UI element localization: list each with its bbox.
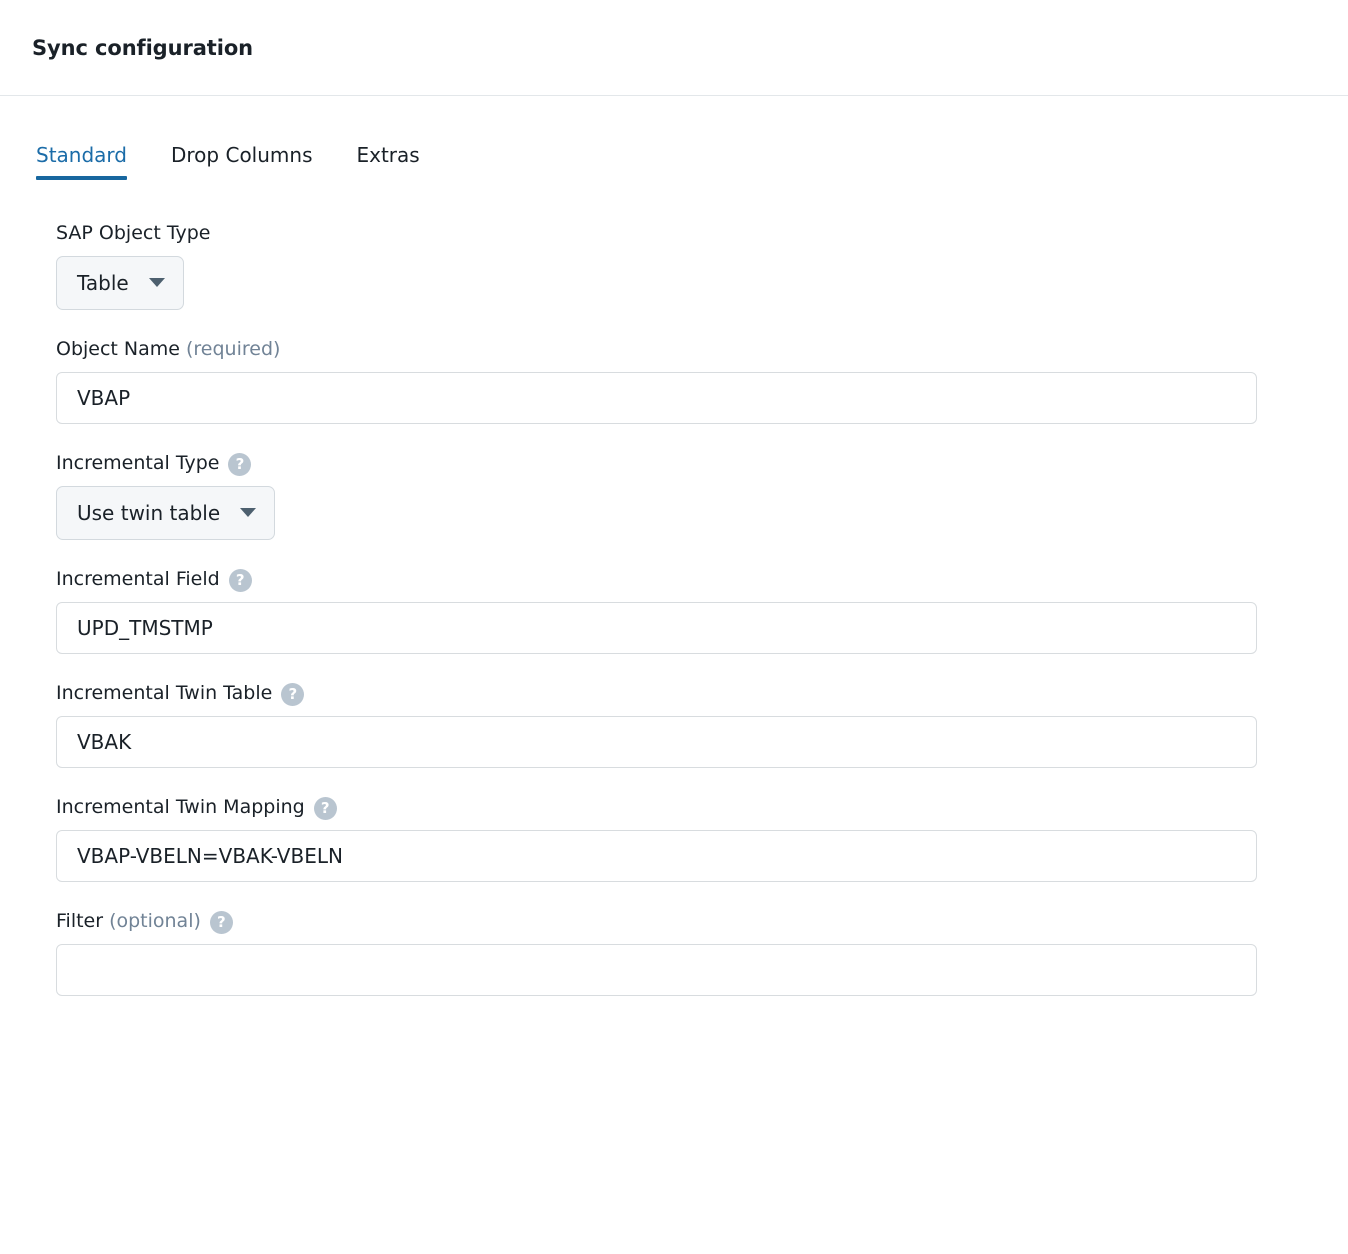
sap-object-type-select[interactable]: Table bbox=[56, 255, 184, 310]
chevron-down-icon bbox=[148, 278, 165, 288]
help-icon-incremental-type[interactable]: ? bbox=[228, 452, 252, 476]
label-filter-text: Filter bbox=[56, 909, 104, 932]
chevron-down-icon bbox=[240, 508, 257, 518]
incremental-twin-table-input[interactable] bbox=[56, 715, 1257, 768]
page-title: Sync configuration bbox=[32, 35, 254, 60]
label-incremental-twin-mapping: Incremental Twin Mapping ? bbox=[56, 795, 1348, 820]
page-header: Sync configuration bbox=[0, 0, 1348, 96]
help-icon-incremental-twin-mapping[interactable]: ? bbox=[313, 796, 337, 820]
label-sap-object-type: SAP Object Type bbox=[56, 222, 1348, 245]
field-object-name: Object Name (required) bbox=[56, 338, 1348, 424]
tab-extras[interactable]: Extras bbox=[356, 144, 419, 180]
tab-drop-columns[interactable]: Drop Columns bbox=[171, 144, 312, 180]
field-incremental-type: Incremental Type ? Use twin table bbox=[56, 452, 1348, 540]
label-incremental-field: Incremental Field ? bbox=[56, 567, 1348, 592]
label-object-name: Object Name (required) bbox=[56, 338, 1348, 361]
tab-standard-label: Standard bbox=[36, 143, 127, 167]
help-icon-incremental-field[interactable]: ? bbox=[228, 568, 252, 592]
field-filter: Filter (optional) ? bbox=[56, 910, 1348, 996]
field-incremental-field: Incremental Field ? bbox=[56, 568, 1348, 654]
sap-object-type-value: Table bbox=[77, 270, 129, 295]
label-incremental-twin-mapping-text: Incremental Twin Mapping bbox=[56, 795, 305, 818]
field-incremental-twin-table: Incremental Twin Table ? bbox=[56, 682, 1348, 768]
incremental-field-input[interactable] bbox=[56, 601, 1257, 654]
tab-drop-columns-label: Drop Columns bbox=[171, 143, 313, 167]
tab-standard[interactable]: Standard bbox=[36, 144, 127, 180]
label-incremental-type: Incremental Type ? bbox=[56, 451, 1348, 476]
label-incremental-type-text: Incremental Type bbox=[56, 451, 220, 474]
label-filter-suffix: (optional) bbox=[109, 909, 201, 932]
sync-configuration-form: SAP Object Type Table Object Name (requi… bbox=[0, 180, 1348, 996]
filter-input[interactable] bbox=[56, 943, 1257, 996]
label-incremental-twin-table: Incremental Twin Table ? bbox=[56, 681, 1348, 706]
label-sap-object-type-text: SAP Object Type bbox=[56, 222, 211, 244]
label-filter: Filter (optional) ? bbox=[56, 909, 1348, 934]
incremental-type-select[interactable]: Use twin table bbox=[56, 485, 276, 540]
help-icon-filter[interactable]: ? bbox=[209, 910, 233, 934]
label-incremental-twin-table-text: Incremental Twin Table bbox=[56, 681, 273, 704]
object-name-input[interactable] bbox=[56, 371, 1257, 424]
field-incremental-twin-mapping: Incremental Twin Mapping ? bbox=[56, 796, 1348, 882]
field-sap-object-type: SAP Object Type Table bbox=[56, 222, 1348, 310]
label-object-name-text: Object Name bbox=[56, 337, 180, 360]
label-incremental-field-text: Incremental Field bbox=[56, 567, 220, 590]
incremental-twin-mapping-input[interactable] bbox=[56, 829, 1257, 882]
tab-bar: Standard Drop Columns Extras bbox=[0, 96, 1348, 180]
help-icon-incremental-twin-table[interactable]: ? bbox=[281, 682, 305, 706]
incremental-type-value: Use twin table bbox=[77, 500, 221, 525]
label-object-name-suffix: (required) bbox=[185, 337, 281, 360]
tab-extras-label: Extras bbox=[356, 143, 420, 167]
